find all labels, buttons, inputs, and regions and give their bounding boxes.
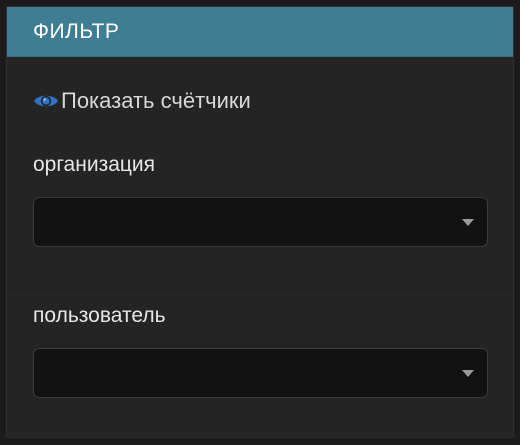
show-counters-toggle[interactable]: Показать счётчики xyxy=(33,88,251,114)
eye-icon xyxy=(33,92,59,110)
panel-header: ФИЛЬТР xyxy=(7,7,513,57)
show-counters-label: Показать счётчики xyxy=(61,88,251,113)
filter-section-organization: Показать счётчики организация xyxy=(7,57,513,290)
filter-section-user: пользователь xyxy=(7,290,513,438)
organization-select[interactable] xyxy=(33,197,488,247)
organization-label: организация xyxy=(33,153,156,176)
filter-panel: ФИЛЬТР Показать счётчики организация пол… xyxy=(6,6,514,438)
chevron-down-icon xyxy=(462,219,474,226)
user-select[interactable] xyxy=(33,348,488,398)
user-label: пользователь xyxy=(33,304,166,327)
chevron-down-icon xyxy=(462,370,474,377)
panel-title: ФИЛЬТР xyxy=(33,19,120,43)
